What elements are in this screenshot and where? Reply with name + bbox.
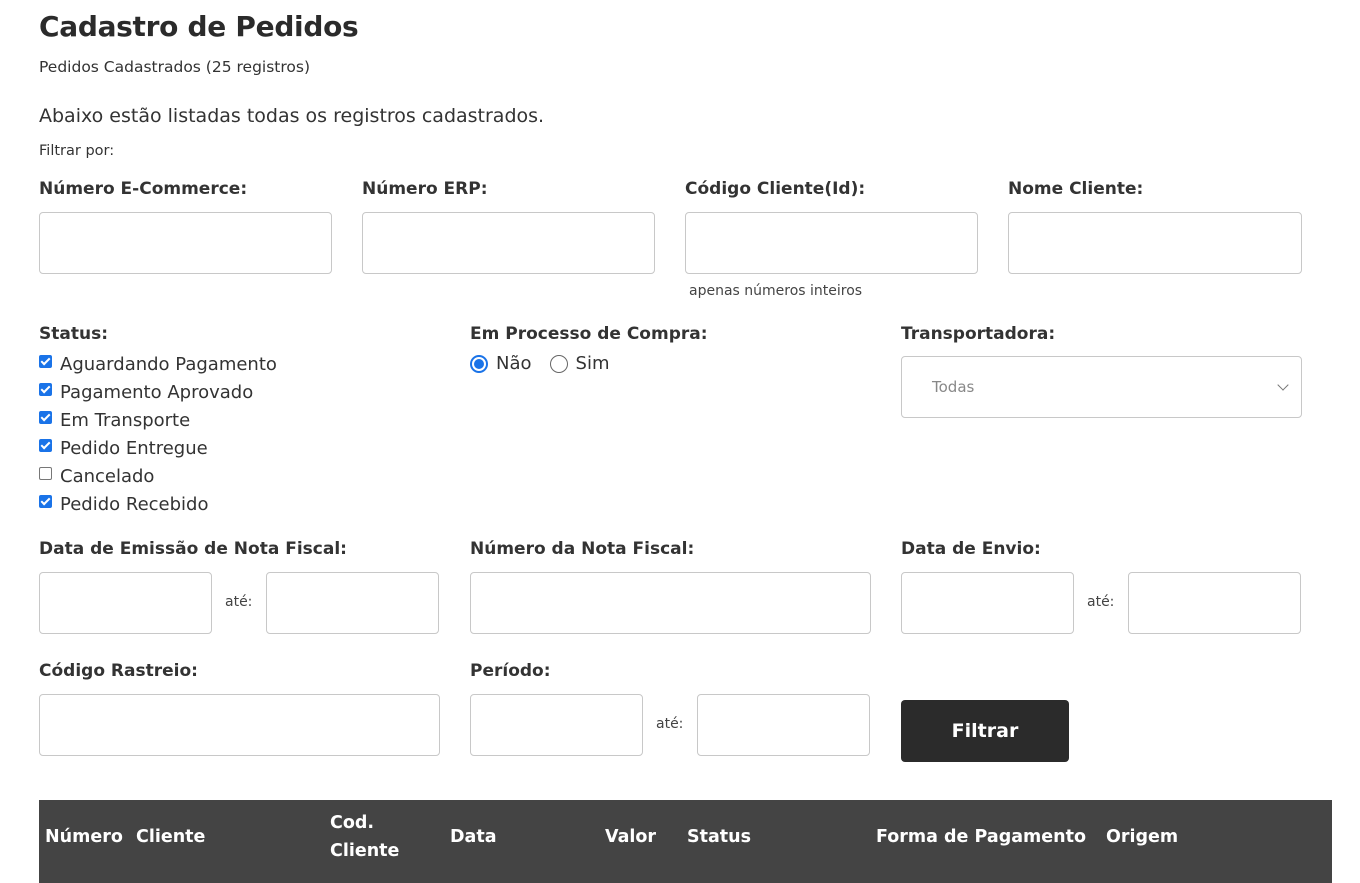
status-option-pagamento-aprovado[interactable]: Pagamento Aprovado	[39, 378, 277, 406]
column-header-status[interactable]: Status	[687, 823, 751, 851]
column-header-numero[interactable]: Número	[45, 823, 123, 851]
radio-option-sim[interactable]: Sim	[549, 353, 609, 374]
records-count: Pedidos Cadastrados (25 registros)	[39, 58, 311, 76]
invoice-date-from-input[interactable]	[39, 572, 212, 634]
radio-selected-icon[interactable]	[470, 354, 488, 373]
ecommerce-input[interactable]	[39, 212, 332, 274]
purchase-process-radio-group: Não Sim	[470, 353, 609, 374]
intro-text: Abaixo estão listadas todas os registros…	[39, 105, 545, 127]
client-code-input[interactable]	[685, 212, 978, 274]
purchase-process-label: Em Processo de Compra:	[470, 324, 708, 344]
invoice-number-label: Número da Nota Fiscal:	[470, 539, 695, 559]
table-header: Número Cliente Cod. Cliente Data Valor S…	[39, 800, 1332, 883]
page-title: Cadastro de Pedidos	[39, 10, 359, 43]
checkbox-checked-icon[interactable]	[39, 438, 52, 452]
column-header-cod-cliente[interactable]: Cod. Cliente	[330, 809, 399, 865]
erp-input[interactable]	[362, 212, 655, 274]
ship-date-until-label: até:	[1087, 594, 1115, 610]
invoice-date-label: Data de Emissão de Nota Fiscal:	[39, 539, 347, 559]
checkbox-unchecked-icon[interactable]	[39, 466, 52, 480]
period-until-label: até:	[656, 716, 684, 732]
client-name-input[interactable]	[1008, 212, 1302, 274]
ship-date-label: Data de Envio:	[901, 539, 1041, 559]
checkbox-checked-icon[interactable]	[39, 494, 52, 508]
column-header-origem[interactable]: Origem	[1106, 823, 1178, 851]
chevron-down-icon	[1277, 379, 1289, 391]
checkbox-checked-icon[interactable]	[39, 410, 52, 424]
invoice-date-until-label: até:	[225, 594, 253, 610]
ecommerce-label: Número E-Commerce:	[39, 179, 248, 199]
period-label: Período:	[470, 661, 551, 681]
status-checkbox-list: Aguardando Pagamento Pagamento Aprovado …	[39, 350, 277, 518]
status-option-pedido-entregue[interactable]: Pedido Entregue	[39, 434, 277, 462]
status-option-cancelado[interactable]: Cancelado	[39, 462, 277, 490]
period-to-input[interactable]	[697, 694, 870, 756]
ship-date-from-input[interactable]	[901, 572, 1074, 634]
invoice-date-to-input[interactable]	[266, 572, 439, 634]
client-name-label: Nome Cliente:	[1008, 179, 1144, 199]
carrier-select[interactable]: Todas	[901, 356, 1302, 418]
radio-option-nao[interactable]: Não	[470, 353, 532, 374]
radio-unselected-icon[interactable]	[549, 354, 568, 373]
filter-button[interactable]: Filtrar	[901, 700, 1069, 762]
status-option-pedido-recebido[interactable]: Pedido Recebido	[39, 490, 277, 518]
column-header-valor[interactable]: Valor	[605, 823, 656, 851]
filter-by-label: Filtrar por:	[39, 143, 115, 159]
column-header-forma-pagamento[interactable]: Forma de Pagamento	[876, 823, 1086, 851]
status-option-aguardando-pagamento[interactable]: Aguardando Pagamento	[39, 350, 277, 378]
status-label: Status:	[39, 324, 108, 344]
carrier-selected-value: Todas	[932, 378, 975, 396]
period-from-input[interactable]	[470, 694, 643, 756]
column-header-data[interactable]: Data	[450, 823, 497, 851]
ship-date-to-input[interactable]	[1128, 572, 1301, 634]
tracking-label: Código Rastreio:	[39, 661, 198, 681]
erp-label: Número ERP:	[362, 179, 488, 199]
client-code-label: Código Cliente(Id):	[685, 179, 866, 199]
carrier-label: Transportadora:	[901, 324, 1056, 344]
status-option-em-transporte[interactable]: Em Transporte	[39, 406, 277, 434]
invoice-number-input[interactable]	[470, 572, 871, 634]
tracking-input[interactable]	[39, 694, 440, 756]
column-header-cliente[interactable]: Cliente	[136, 823, 205, 851]
client-code-hint: apenas números inteiros	[689, 283, 863, 299]
checkbox-checked-icon[interactable]	[39, 354, 52, 368]
checkbox-checked-icon[interactable]	[39, 382, 52, 396]
